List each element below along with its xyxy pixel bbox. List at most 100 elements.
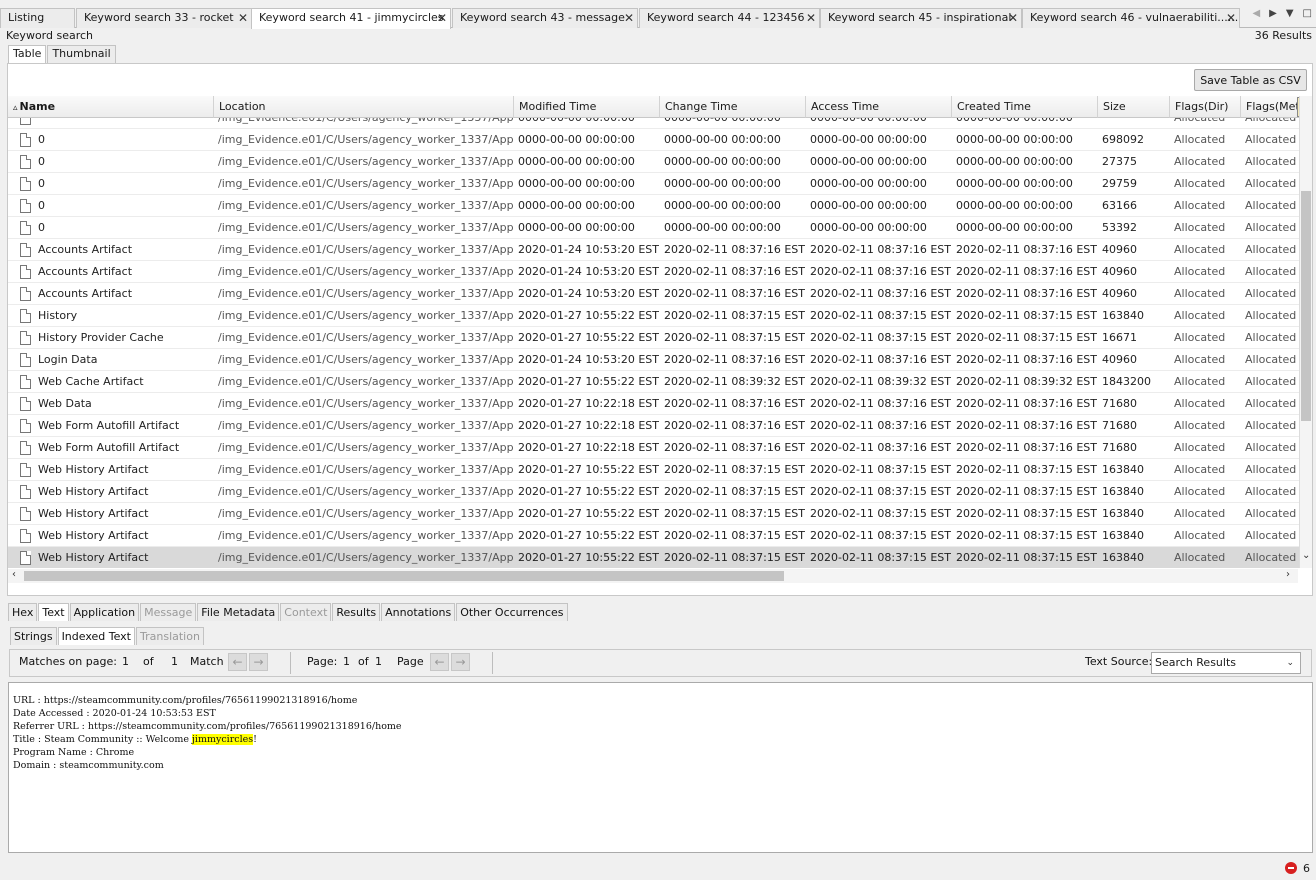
tab-application[interactable]: Application [69, 603, 140, 621]
page-word: Page [397, 655, 424, 668]
tab-file-metadata[interactable]: File Metadata [197, 603, 280, 621]
table-cell: 163840 [1102, 485, 1144, 498]
table-row[interactable]: Web History Artifact/img_Evidence.e01/C/… [8, 503, 1300, 525]
tab-annotations[interactable]: Annotations [381, 603, 456, 621]
table-cell: Web Form Autofill Artifact [38, 441, 180, 454]
scroll-down-icon[interactable]: ⌄ [1302, 550, 1310, 561]
previous-match-icon[interactable]: ← [228, 653, 247, 671]
document-tab[interactable]: Keyword search 46 - vulnaerabiliti......… [1022, 8, 1240, 28]
column-header[interactable]: Created Time [952, 96, 1098, 118]
column-header[interactable]: Size [1098, 96, 1170, 118]
subtab-translation[interactable]: Translation [136, 627, 204, 645]
horizontal-scrollbar[interactable]: ‹ › [8, 569, 1298, 583]
error-icon[interactable] [1285, 862, 1297, 874]
close-icon[interactable]: ✕ [806, 9, 816, 27]
file-icon [20, 397, 31, 411]
next-page-icon[interactable]: → [451, 653, 470, 671]
table-cell: 698092 [1102, 133, 1144, 146]
horizontal-scroll-thumb[interactable] [24, 571, 784, 581]
table-cell: /img_Evidence.e01/C/Users/agency_worker_… [218, 375, 514, 388]
close-icon[interactable]: ✕ [1226, 9, 1236, 27]
tab-table[interactable]: Table [8, 45, 47, 63]
table-cell: Allocated [1245, 287, 1297, 300]
toolbar-divider [492, 652, 493, 674]
document-tab[interactable]: Keyword search 43 - message ✕ [452, 8, 638, 28]
column-header[interactable]: Flags(Meta [1241, 96, 1300, 118]
table-row[interactable]: History Provider Cache/img_Evidence.e01/… [8, 327, 1300, 349]
table-row[interactable]: Login Data/img_Evidence.e01/C/Users/agen… [8, 349, 1300, 371]
column-header[interactable]: ▵ Name [8, 96, 214, 118]
document-tab[interactable]: Keyword search 33 - rocket ✕ [76, 8, 252, 28]
document-tab-label: Listing [8, 11, 45, 24]
column-header[interactable]: Change Time [660, 96, 806, 118]
document-tab[interactable]: Keyword search 44 - 123456 ✕ [639, 8, 820, 28]
table-cell: 2020-02-11 08:37:15 EST [810, 331, 951, 344]
table-row[interactable]: 0/img_Evidence.e01/C/Users/agency_worker… [8, 217, 1300, 239]
table-cell: Allocated [1245, 375, 1297, 388]
close-icon[interactable]: ✕ [437, 9, 447, 27]
vertical-scrollbar[interactable]: ⌄ [1299, 96, 1312, 568]
table-cell: Allocated [1174, 331, 1226, 344]
table-row[interactable]: Web History Artifact/img_Evidence.e01/C/… [8, 525, 1300, 547]
table-row[interactable]: 0/img_Evidence.e01/C/Users/agency_worker… [8, 195, 1300, 217]
table-cell: 29759 [1102, 177, 1137, 190]
table-cell: 2020-01-27 10:55:22 EST [518, 463, 659, 476]
tab-scroll-right-icon[interactable]: ▶ [1269, 8, 1277, 24]
text-source-select[interactable]: Search Results ⌄ [1151, 652, 1301, 674]
table-row[interactable]: 0/img_Evidence.e01/C/Users/agency_worker… [8, 173, 1300, 195]
table-cell: 2020-02-11 08:39:32 EST [810, 375, 951, 388]
table-row[interactable]: Web Form Autofill Artifact/img_Evidence.… [8, 415, 1300, 437]
previous-page-icon[interactable]: ← [430, 653, 449, 671]
table-row[interactable]: Web Data/img_Evidence.e01/C/Users/agency… [8, 393, 1300, 415]
tab-results[interactable]: Results [332, 603, 381, 621]
table-cell: 2020-02-11 08:37:15 EST [664, 507, 805, 520]
document-tab[interactable]: Keyword search 45 - inspirational ✕ [820, 8, 1022, 28]
table-cell: 2020-02-11 08:37:16 EST [664, 243, 805, 256]
table-cell: 0000-00-00 00:00:00 [956, 155, 1073, 168]
table-row[interactable]: 0/img_Evidence.e01/C/Users/agency_worker… [8, 129, 1300, 151]
column-header[interactable]: Modified Time [514, 96, 660, 118]
close-icon[interactable]: ✕ [624, 9, 634, 27]
table-row[interactable]: Web History Artifact/img_Evidence.e01/C/… [8, 459, 1300, 481]
table-row[interactable]: Web History Artifact/img_Evidence.e01/C/… [8, 547, 1300, 568]
text-line: Date Accessed : 2020-01-24 10:53:53 EST [13, 708, 216, 719]
column-header[interactable]: Access Time [806, 96, 952, 118]
table-cell: Allocated [1245, 177, 1297, 190]
table-row[interactable]: Accounts Artifact/img_Evidence.e01/C/Use… [8, 283, 1300, 305]
table-row[interactable]: Accounts Artifact/img_Evidence.e01/C/Use… [8, 239, 1300, 261]
tab-text[interactable]: Text [38, 603, 69, 621]
table-row[interactable]: History/img_Evidence.e01/C/Users/agency_… [8, 305, 1300, 327]
table-row[interactable]: Web History Artifact/img_Evidence.e01/C/… [8, 481, 1300, 503]
table-cell: 2020-02-11 08:39:32 EST [956, 375, 1097, 388]
subtab-indexed-text[interactable]: Indexed Text [57, 627, 135, 645]
document-tab[interactable]: Keyword search 41 - jimmycircles ✕ [251, 8, 451, 29]
column-header[interactable]: Location [214, 96, 514, 118]
tab-context[interactable]: Context [280, 603, 332, 621]
indexed-text-view[interactable]: URL : https://steamcommunity.com/profile… [8, 682, 1313, 853]
document-tab[interactable]: Listing [0, 8, 75, 28]
table-row[interactable]: Web Cache Artifact/img_Evidence.e01/C/Us… [8, 371, 1300, 393]
table-cell: Allocated [1245, 419, 1297, 432]
tab-message[interactable]: Message [140, 603, 197, 621]
document-tab-bar: Listing Keyword search 33 - rocket ✕ Keywor… [0, 8, 1316, 29]
tab-other-occurrences[interactable]: Other Occurrences [456, 603, 568, 621]
scroll-left-icon[interactable]: ‹ [12, 569, 16, 580]
tab-hex[interactable]: Hex [8, 603, 38, 621]
column-header[interactable]: Flags(Dir) [1170, 96, 1241, 118]
file-icon [20, 463, 31, 477]
maximize-icon[interactable]: □ [1303, 8, 1312, 24]
next-match-icon[interactable]: → [249, 653, 268, 671]
close-icon[interactable]: ✕ [1008, 9, 1018, 27]
table-row[interactable]: 0/img_Evidence.e01/C/Users/agency_worker… [8, 151, 1300, 173]
close-icon[interactable]: ✕ [238, 9, 248, 27]
tab-thumbnail[interactable]: Thumbnail [47, 45, 116, 63]
tab-scroll-left-icon[interactable]: ◀ [1252, 8, 1260, 24]
subtab-strings[interactable]: Strings [10, 627, 57, 645]
table-row[interactable]: Accounts Artifact/img_Evidence.e01/C/Use… [8, 261, 1300, 283]
save-table-csv-button[interactable]: Save Table as CSV [1194, 69, 1307, 91]
vertical-scroll-thumb[interactable] [1301, 191, 1311, 421]
tab-list-dropdown-icon[interactable]: ▼ [1286, 8, 1294, 24]
table-row[interactable]: Web Form Autofill Artifact/img_Evidence.… [8, 437, 1300, 459]
file-icon [20, 353, 31, 367]
scroll-right-icon[interactable]: › [1286, 569, 1290, 580]
